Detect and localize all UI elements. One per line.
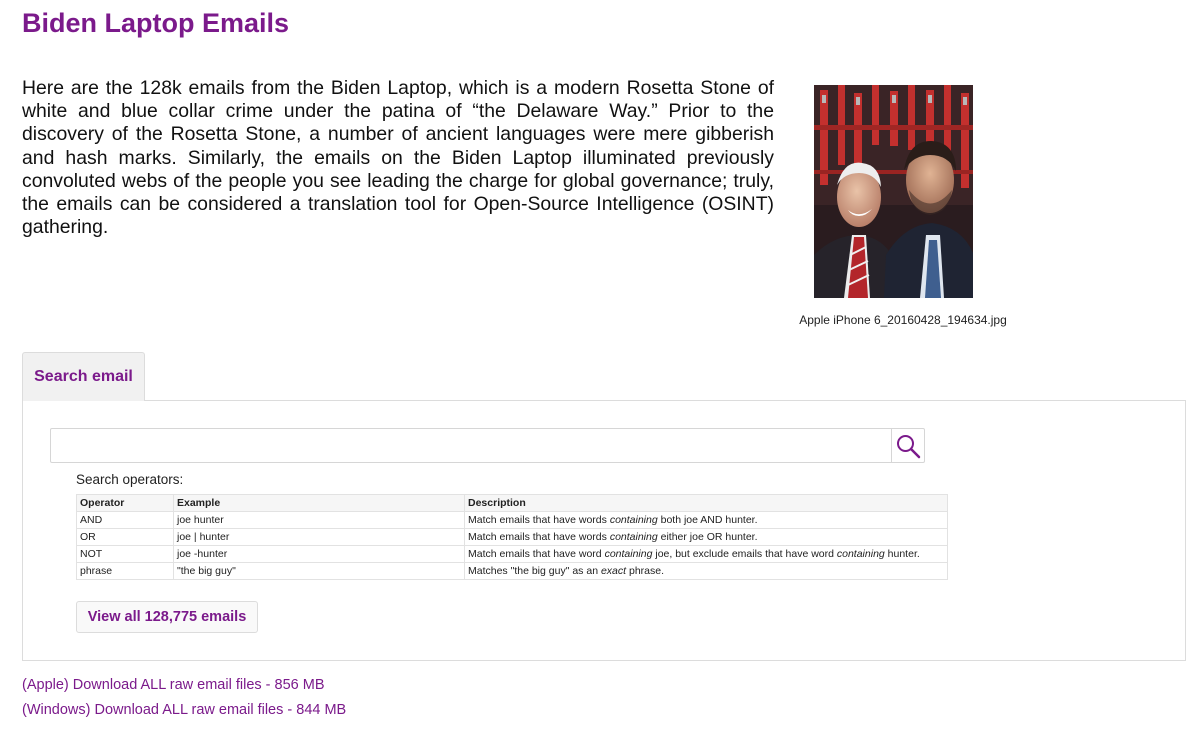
table-row: NOT joe -hunter Match emails that have w… — [76, 545, 948, 563]
description-cell: Match emails that have word containing j… — [464, 545, 948, 563]
operator-cell: OR — [76, 528, 174, 546]
description-text: hunter. — [884, 548, 920, 560]
table-row: OR joe | hunter Match emails that have w… — [76, 528, 948, 546]
description-text: either joe OR hunter. — [657, 531, 758, 543]
photo-caption: Apple iPhone 6_20160428_194634.jpg — [799, 313, 1007, 327]
table-header-row: Operator Example Description — [76, 494, 948, 512]
description-text: both joe AND hunter. — [657, 514, 758, 526]
search-operators-table: Operator Example Description AND joe hun… — [76, 494, 948, 580]
operator-cell: NOT — [76, 545, 174, 563]
search-operators-label: Search operators: — [76, 472, 184, 487]
tab-search-email[interactable]: Search email — [22, 352, 145, 401]
table-row: AND joe hunter Match emails that have wo… — [76, 511, 948, 529]
description-text: Match emails that have words — [468, 531, 610, 543]
column-header-description: Description — [464, 494, 948, 512]
description-cell: Match emails that have words containing … — [464, 511, 948, 529]
description-text: joe, but exclude emails that have word — [652, 548, 837, 560]
description-emphasis: containing — [609, 531, 658, 543]
example-cell: "the big guy" — [173, 562, 465, 580]
laptop-photo — [814, 85, 973, 298]
column-header-example: Example — [173, 494, 465, 512]
description-emphasis: containing — [604, 548, 653, 560]
table-row: phrase "the big guy" Matches "the big gu… — [76, 562, 948, 580]
example-cell: joe | hunter — [173, 528, 465, 546]
description-emphasis: exact — [600, 565, 627, 577]
description-cell: Matches "the big guy" as an exact phrase… — [464, 562, 948, 580]
page-title: Biden Laptop Emails — [22, 8, 290, 38]
description-text: Match emails that have words — [468, 514, 610, 526]
description-emphasis: containing — [836, 548, 885, 560]
operator-cell: phrase — [76, 562, 174, 580]
description-text: Matches "the big guy" as an — [468, 565, 601, 577]
column-header-operator: Operator — [76, 494, 174, 512]
example-cell: joe hunter — [173, 511, 465, 529]
search-input[interactable] — [50, 428, 892, 463]
view-all-emails-button[interactable]: View all 128,775 emails — [76, 601, 258, 633]
description-text: Match emails that have word — [468, 548, 605, 560]
search-panel: Search operators: Operator Example Descr… — [22, 400, 1186, 661]
description-text: phrase. — [626, 565, 665, 577]
description-emphasis: containing — [609, 514, 658, 526]
download-windows-link[interactable]: (Windows) Download ALL raw email files -… — [22, 702, 346, 718]
download-apple-link[interactable]: (Apple) Download ALL raw email files - 8… — [22, 677, 325, 693]
example-cell: joe -hunter — [173, 545, 465, 563]
intro-paragraph: Here are the 128k emails from the Biden … — [22, 77, 774, 239]
operator-cell: AND — [76, 511, 174, 529]
description-cell: Match emails that have words containing … — [464, 528, 948, 546]
search-icon — [897, 434, 921, 458]
search-button[interactable] — [891, 428, 925, 463]
